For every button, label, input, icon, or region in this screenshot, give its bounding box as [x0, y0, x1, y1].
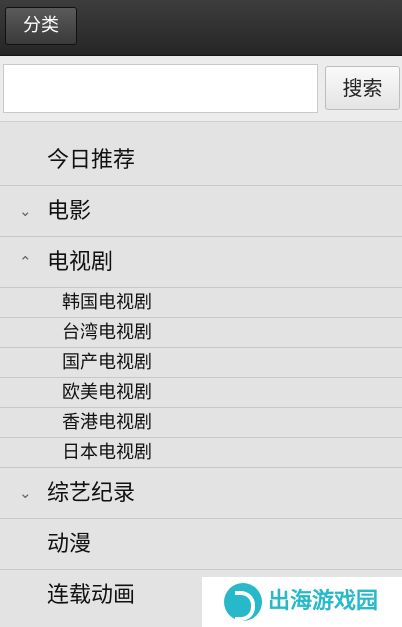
category-button[interactable]: 分类	[5, 7, 77, 45]
watermark: 出海游戏园	[202, 577, 402, 627]
submenu-item-korean-tv[interactable]: 韩国电视剧	[0, 288, 402, 318]
submenu-item-western-tv[interactable]: 欧美电视剧	[0, 378, 402, 408]
search-button[interactable]: 搜索	[325, 66, 400, 110]
submenu-item-domestic-tv[interactable]: 国产电视剧	[0, 348, 402, 378]
watermark-logo-icon	[224, 583, 262, 621]
submenu-item-hongkong-tv[interactable]: 香港电视剧	[0, 408, 402, 438]
submenu-item-japan-tv[interactable]: 日本电视剧	[0, 438, 402, 468]
submenu-item-label: 国产电视剧	[62, 352, 152, 373]
submenu-item-label: 韩国电视剧	[62, 292, 152, 313]
menu-item-movies[interactable]: ⌄ 电影	[0, 186, 402, 237]
watermark-text: 出海游戏园	[268, 589, 379, 614]
chevron-down-icon: ⌄	[19, 202, 32, 220]
menu-item-anime[interactable]: 动漫	[0, 519, 402, 570]
category-list: 今日推荐 ⌄ 电影 ⌃ 电视剧 韩国电视剧 台湾电视剧 国产电视剧 欧美电视剧 …	[0, 135, 402, 621]
submenu-item-taiwan-tv[interactable]: 台湾电视剧	[0, 318, 402, 348]
search-bar: 搜索	[0, 56, 402, 122]
menu-item-label: 电视剧	[47, 250, 114, 275]
menu-item-variety[interactable]: ⌄ 综艺纪录	[0, 468, 402, 519]
menu-item-label: 今日推荐	[47, 148, 136, 173]
menu-item-label: 动漫	[47, 532, 92, 557]
top-bar: 分类	[0, 0, 402, 56]
submenu-item-label: 台湾电视剧	[62, 322, 152, 343]
menu-item-label: 电影	[47, 199, 92, 224]
submenu-item-label: 香港电视剧	[62, 412, 152, 433]
menu-item-today[interactable]: 今日推荐	[0, 135, 402, 186]
chevron-up-icon: ⌃	[19, 253, 32, 271]
chevron-down-icon: ⌄	[19, 484, 32, 502]
search-input[interactable]	[3, 64, 318, 113]
submenu-item-label: 日本电视剧	[62, 442, 152, 463]
menu-item-label: 连载动画	[47, 583, 136, 608]
submenu-item-label: 欧美电视剧	[62, 382, 152, 403]
menu-item-tv[interactable]: ⌃ 电视剧	[0, 237, 402, 288]
menu-item-label: 综艺纪录	[47, 481, 136, 506]
